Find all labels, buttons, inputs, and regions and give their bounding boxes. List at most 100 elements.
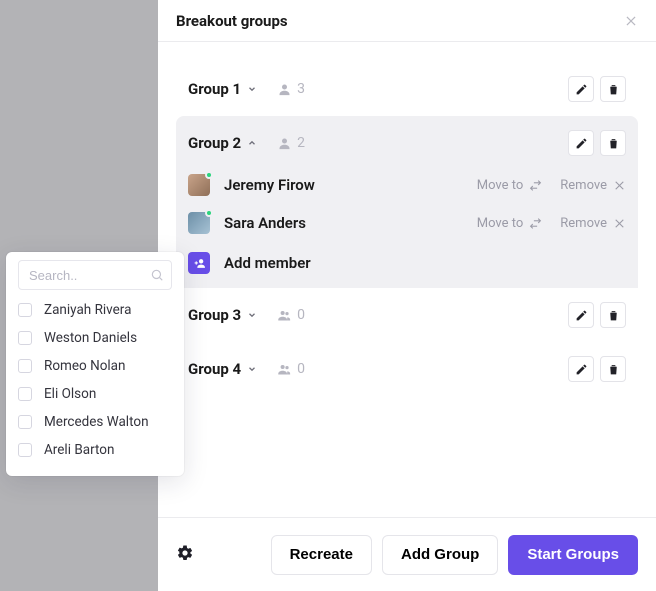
member-count-value: 2 (297, 135, 305, 151)
search-input[interactable] (18, 260, 172, 290)
avatar (188, 174, 210, 196)
option-label: Areli Barton (44, 442, 114, 458)
group-toggle[interactable]: Group 4 (188, 360, 257, 378)
person-icon (277, 136, 292, 151)
people-option[interactable]: Areli Barton (18, 436, 172, 464)
swap-icon (529, 217, 542, 230)
viewport: Breakout groups Group 1 (0, 0, 656, 591)
option-label: Weston Daniels (44, 330, 137, 346)
member-count-value: 3 (297, 81, 305, 97)
add-member-button[interactable]: Add member (188, 242, 626, 288)
member-actions: Move to Remove (477, 216, 626, 231)
group-name: Group 2 (188, 134, 241, 152)
close-icon[interactable] (624, 14, 638, 28)
person-icon (277, 82, 292, 97)
member-count-value: 0 (297, 307, 305, 323)
option-label: Zaniyah Rivera (44, 302, 131, 318)
move-to-button[interactable]: Move to (477, 216, 543, 231)
delete-button[interactable] (600, 76, 626, 102)
group-row-expanded: Group 2 2 (176, 116, 638, 288)
group-actions (568, 76, 626, 102)
member-row: Sara Anders Move to Remove (188, 204, 626, 242)
add-member-label: Add member (224, 254, 311, 272)
add-group-button[interactable]: Add Group (382, 535, 498, 575)
trash-icon (607, 137, 620, 150)
delete-button[interactable] (600, 356, 626, 382)
checkbox[interactable] (18, 303, 32, 317)
start-groups-button[interactable]: Start Groups (508, 535, 638, 575)
move-to-button[interactable]: Move to (477, 178, 543, 193)
people-option[interactable]: Romeo Nolan (18, 352, 172, 380)
settings-button[interactable] (176, 544, 194, 566)
group-row: Group 3 0 (176, 288, 638, 342)
avatar (188, 212, 210, 234)
panel-title: Breakout groups (176, 12, 288, 30)
group-actions (568, 356, 626, 382)
edit-button[interactable] (568, 76, 594, 102)
checkbox[interactable] (18, 443, 32, 457)
member-count: 0 (277, 361, 305, 377)
footer-buttons: Recreate Add Group Start Groups (271, 535, 638, 575)
checkbox[interactable] (18, 331, 32, 345)
chevron-up-icon (247, 138, 257, 148)
group-name: Group 4 (188, 360, 241, 378)
checkbox[interactable] (18, 359, 32, 373)
delete-button[interactable] (600, 130, 626, 156)
group-name: Group 3 (188, 306, 241, 324)
pencil-icon (575, 137, 588, 150)
people-option[interactable]: Zaniyah Rivera (18, 296, 172, 324)
group-row: Group 4 0 (176, 342, 638, 396)
search-wrap (18, 260, 172, 290)
move-to-label: Move to (477, 216, 524, 231)
group-actions (568, 302, 626, 328)
member-count-value: 0 (297, 361, 305, 377)
edit-button[interactable] (568, 302, 594, 328)
people-option[interactable]: Weston Daniels (18, 324, 172, 352)
member-count: 3 (277, 81, 305, 97)
member-actions: Move to Remove (477, 178, 626, 193)
group-toggle[interactable]: Group 2 (188, 134, 257, 152)
pencil-icon (575, 309, 588, 322)
trash-icon (607, 83, 620, 96)
trash-icon (607, 363, 620, 376)
remove-button[interactable]: Remove (560, 178, 626, 193)
presence-dot (205, 209, 213, 217)
chevron-down-icon (247, 84, 257, 94)
member-name: Jeremy Firow (224, 176, 315, 194)
checkbox[interactable] (18, 387, 32, 401)
group-toggle[interactable]: Group 1 (188, 80, 257, 98)
member-name: Sara Anders (224, 214, 306, 232)
recreate-button[interactable]: Recreate (271, 535, 372, 575)
remove-label: Remove (560, 216, 607, 231)
breakout-panel: Breakout groups Group 1 (158, 0, 656, 591)
panel-header: Breakout groups (158, 0, 656, 42)
group-actions (568, 130, 626, 156)
checkbox[interactable] (18, 415, 32, 429)
member-list: Jeremy Firow Move to Remove (188, 166, 626, 288)
people-icon (277, 362, 292, 377)
pencil-icon (575, 83, 588, 96)
add-member-icon (188, 252, 210, 274)
group-toggle[interactable]: Group 3 (188, 306, 257, 324)
chevron-down-icon (247, 364, 257, 374)
pencil-icon (575, 363, 588, 376)
people-option[interactable]: Mercedes Walton (18, 408, 172, 436)
panel-footer: Recreate Add Group Start Groups (158, 517, 656, 591)
swap-icon (529, 179, 542, 192)
chevron-down-icon (247, 310, 257, 320)
member-count: 2 (277, 135, 305, 151)
panel-body: Group 1 3 (158, 42, 656, 517)
x-icon (613, 217, 626, 230)
people-option[interactable]: Eli Olson (18, 380, 172, 408)
move-to-label: Move to (477, 178, 524, 193)
edit-button[interactable] (568, 130, 594, 156)
remove-button[interactable]: Remove (560, 216, 626, 231)
delete-button[interactable] (600, 302, 626, 328)
member-count: 0 (277, 307, 305, 323)
remove-label: Remove (560, 178, 607, 193)
option-label: Mercedes Walton (44, 414, 149, 430)
option-label: Eli Olson (44, 386, 96, 402)
edit-button[interactable] (568, 356, 594, 382)
presence-dot (205, 171, 213, 179)
search-icon (150, 268, 164, 282)
